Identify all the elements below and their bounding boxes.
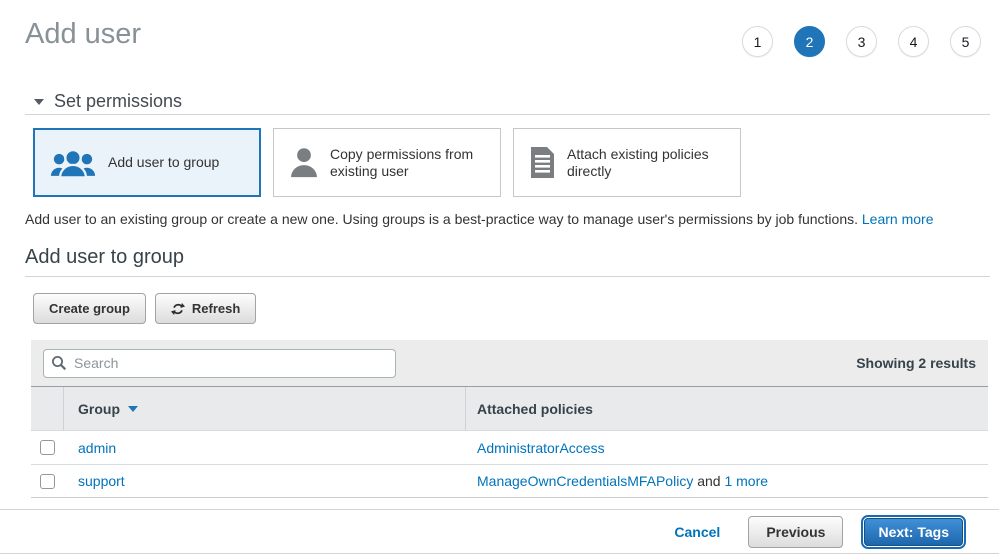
- policy-more-link[interactable]: 1 more: [724, 473, 768, 489]
- step-3: 3: [846, 26, 877, 57]
- option-label: Attach existing policies directly: [567, 146, 732, 180]
- refresh-button[interactable]: Refresh: [155, 293, 256, 324]
- learn-more-link[interactable]: Learn more: [862, 211, 934, 227]
- policies-cell: AdministratorAccess: [466, 440, 988, 456]
- option-attach-policies[interactable]: Attach existing policies directly: [513, 128, 741, 197]
- groups-table: Showing 2 results Group Attached policie…: [31, 340, 988, 498]
- set-permissions-header[interactable]: Set permissions: [34, 91, 182, 112]
- policies-column-label: Attached policies: [477, 401, 593, 417]
- permission-option-cards: Add user to group Copy permissions from …: [33, 128, 741, 197]
- create-group-button[interactable]: Create group: [33, 293, 146, 324]
- option-add-user-to-group[interactable]: Add user to group: [33, 128, 261, 197]
- permissions-description: Add user to an existing group or create …: [25, 211, 975, 227]
- policies-cell: ManageOwnCredentialsMFAPolicy and 1 more: [466, 473, 988, 489]
- row-checkbox[interactable]: [40, 440, 55, 455]
- step-2-active: 2: [794, 26, 825, 57]
- step-5: 5: [950, 26, 981, 57]
- option-label: Add user to group: [108, 154, 252, 171]
- option-copy-permissions[interactable]: Copy permissions from existing user: [273, 128, 501, 197]
- column-header-group[interactable]: Group: [64, 387, 466, 430]
- table-header-row: Group Attached policies: [31, 386, 988, 430]
- policy-document-icon: [530, 147, 555, 178]
- row-checkbox-cell: [31, 440, 64, 455]
- row-checkbox[interactable]: [40, 474, 55, 489]
- wizard-step-indicator: 1 2 3 4 5: [742, 26, 981, 57]
- group-link[interactable]: admin: [78, 440, 116, 456]
- column-header-attached-policies: Attached policies: [466, 387, 988, 430]
- add-user-to-group-title: Add user to group: [25, 246, 184, 269]
- table-row-admin: admin AdministratorAccess: [31, 430, 988, 464]
- table-toolbar: Showing 2 results: [31, 340, 988, 386]
- sort-desc-icon: [128, 406, 138, 412]
- group-cell: admin: [64, 440, 466, 456]
- set-permissions-title: Set permissions: [54, 91, 182, 112]
- policy-link[interactable]: ManageOwnCredentialsMFAPolicy: [477, 473, 693, 489]
- refresh-label: Refresh: [192, 301, 240, 316]
- table-row-support: support ManageOwnCredentialsMFAPolicy an…: [31, 464, 988, 498]
- next-button-focus-ring: Next: Tags: [861, 515, 966, 549]
- group-action-buttons: Create group Refresh: [33, 293, 256, 324]
- cancel-button[interactable]: Cancel: [674, 524, 720, 540]
- policy-join-text: and: [693, 473, 724, 489]
- add-user-page: Add user 1 2 3 4 5 Set permissions: [0, 0, 999, 557]
- results-count: Showing 2 results: [856, 355, 976, 371]
- previous-button[interactable]: Previous: [748, 516, 843, 548]
- option-label: Copy permissions from existing user: [330, 146, 492, 180]
- single-user-icon: [290, 147, 318, 178]
- row-checkbox-cell: [31, 474, 64, 489]
- refresh-icon: [171, 302, 185, 316]
- divider: [25, 276, 990, 277]
- divider: [25, 114, 990, 115]
- user-group-icon: [50, 147, 96, 178]
- search-icon: [51, 355, 67, 376]
- wizard-footer: Cancel Previous Next: Tags: [0, 509, 999, 554]
- group-cell: support: [64, 473, 466, 489]
- policy-link[interactable]: AdministratorAccess: [477, 440, 605, 456]
- search-input[interactable]: [43, 349, 396, 378]
- page-title: Add user: [25, 18, 141, 51]
- group-column-label: Group: [78, 401, 120, 417]
- header-checkbox-cell: [31, 387, 64, 430]
- description-text: Add user to an existing group or create …: [25, 211, 858, 227]
- next-tags-button[interactable]: Next: Tags: [864, 518, 963, 546]
- collapse-triangle-icon: [34, 99, 44, 105]
- step-4: 4: [898, 26, 929, 57]
- group-link[interactable]: support: [78, 473, 125, 489]
- search-box: [43, 349, 396, 378]
- step-1: 1: [742, 26, 773, 57]
